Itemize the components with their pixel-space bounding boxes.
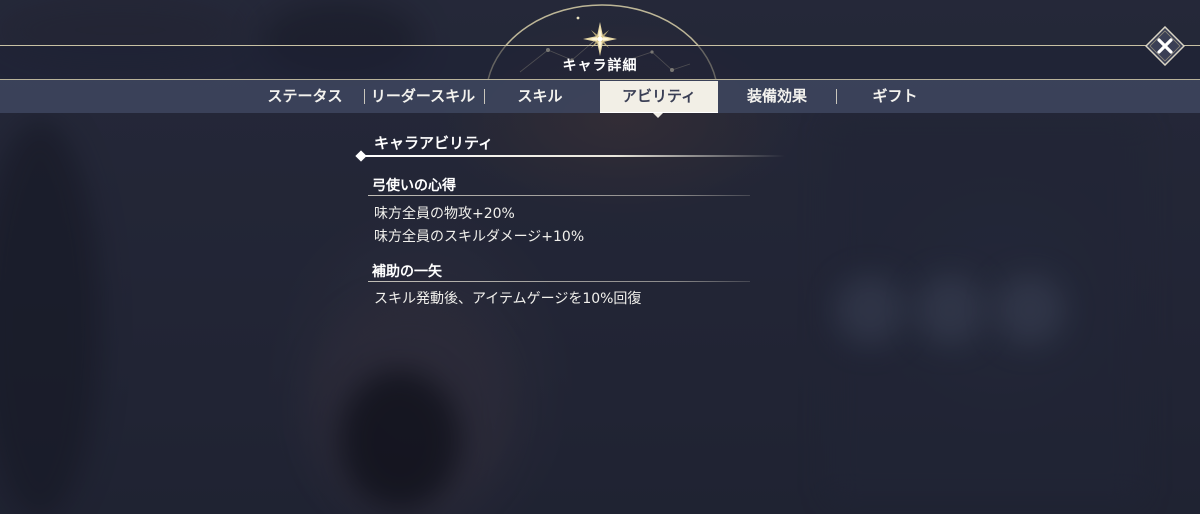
compass-star-icon — [583, 22, 617, 56]
tab-ability[interactable]: アビリティ — [600, 81, 718, 112]
active-tab-pointer — [653, 113, 663, 118]
tab-separator — [484, 89, 485, 104]
ability-name: 弓使いの心得 — [372, 178, 456, 194]
page-title: キャラ詳細 — [562, 58, 638, 74]
section-divider — [360, 155, 785, 157]
ability-divider — [368, 195, 750, 196]
tab-leader-skill[interactable]: リーダースキル — [366, 80, 480, 113]
section-title: キャラアビリティ — [374, 134, 494, 152]
tab-separator — [364, 89, 365, 104]
ability-divider — [368, 281, 750, 282]
tab-equipment-effect[interactable]: 装備効果 — [735, 80, 819, 113]
ability-effect-line: スキル発動後、アイテムゲージを10%回復 — [374, 291, 642, 307]
ability-name: 補助の一矢 — [372, 264, 442, 280]
ability-effect-line: 味方全員の物攻+20% — [374, 206, 515, 222]
tab-gift[interactable]: ギフト — [855, 80, 935, 113]
tab-status[interactable]: ステータス — [262, 80, 348, 113]
close-button[interactable] — [1145, 26, 1185, 66]
tab-skill[interactable]: スキル — [500, 80, 580, 113]
ability-effect-line: 味方全員のスキルダメージ+10% — [374, 229, 585, 245]
tab-separator — [836, 89, 837, 104]
